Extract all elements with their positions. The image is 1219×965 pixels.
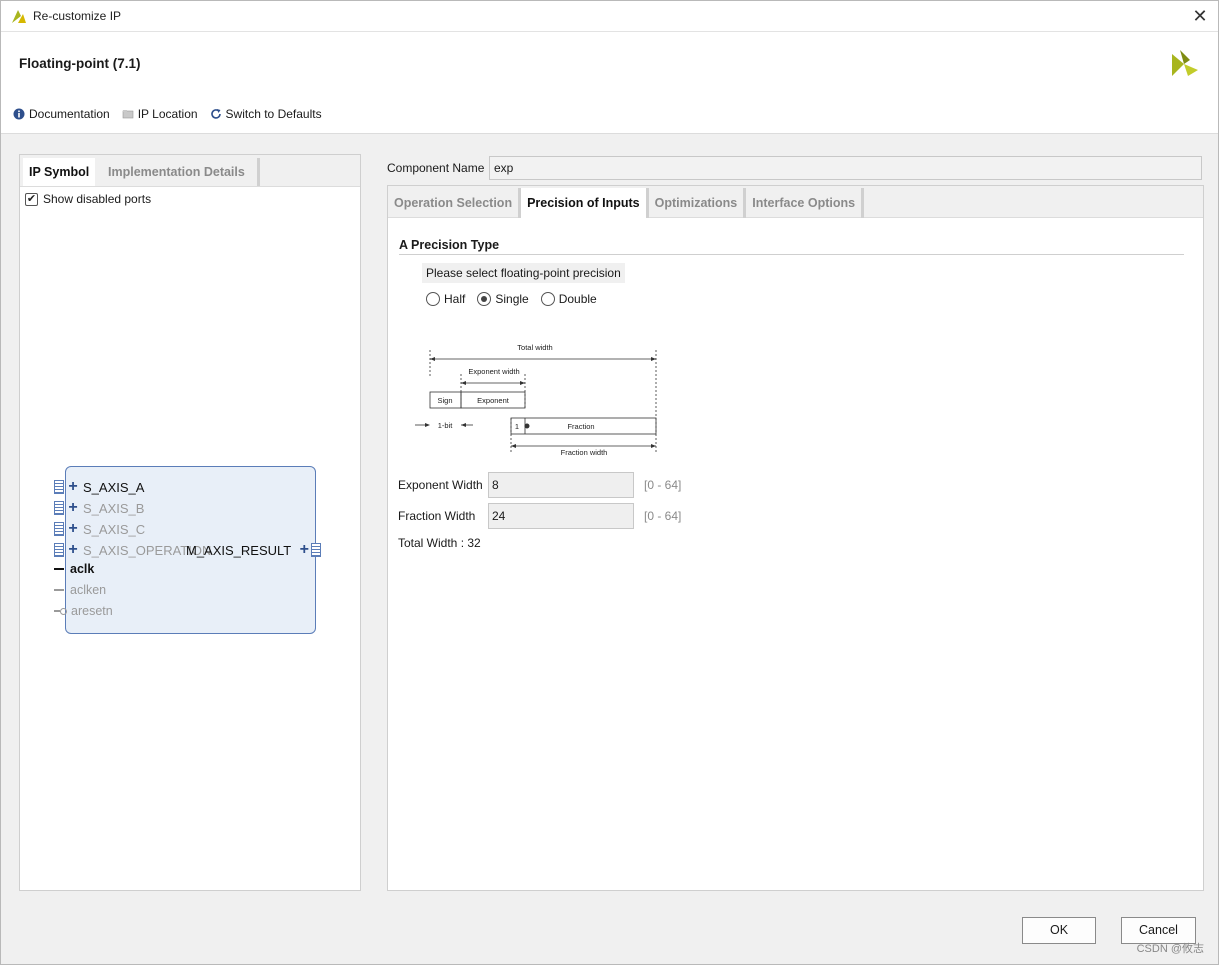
watermark: CSDN @攸志: [1136, 943, 1204, 955]
port-s-axis-c[interactable]: + S_AXIS_C: [54, 520, 145, 538]
fraction-width-label: Fraction Width: [398, 509, 476, 523]
port-label: S_AXIS_B: [83, 500, 145, 516]
exponent-width-label: Exponent Width: [398, 478, 483, 492]
total-width-text: Total Width : 32: [398, 536, 481, 550]
bus-icon: [54, 543, 64, 557]
precision-prompt: Please select floating-point precision: [422, 263, 625, 283]
active-low-bubble-icon: [60, 607, 67, 615]
radio-half[interactable]: Half: [426, 292, 465, 306]
window-title: Re-customize IP: [33, 9, 122, 23]
expand-plus-icon[interactable]: +: [66, 520, 80, 538]
expand-plus-icon[interactable]: +: [66, 499, 80, 517]
toolbar: Documentation IP Location Switch to Defa…: [13, 107, 322, 121]
ip-location-button[interactable]: IP Location: [122, 107, 198, 121]
component-name-input[interactable]: exp: [489, 156, 1202, 180]
radio-single[interactable]: Single: [477, 292, 529, 306]
show-disabled-ports-checkbox[interactable]: ✔: [25, 192, 38, 206]
dialog-header: Floating-point (7.1) Documentation IP Lo…: [1, 32, 1218, 134]
port-label: aclken: [70, 583, 107, 597]
exponent-width-input[interactable]: 8: [488, 472, 634, 498]
component-name-row: Component Name exp: [387, 156, 1202, 180]
wire-icon: [54, 568, 64, 570]
tab-optimizations[interactable]: Optimizations: [649, 188, 747, 218]
xilinx-logo-icon: [1172, 50, 1198, 76]
port-s-axis-b[interactable]: + S_AXIS_B: [54, 499, 144, 517]
port-s-axis-a[interactable]: + S_AXIS_A: [54, 478, 144, 496]
port-aclk[interactable]: aclk: [54, 562, 94, 576]
ip-symbol-panel: IP Symbol Implementation Details ✔ Show …: [19, 154, 361, 891]
switch-to-defaults-label: Switch to Defaults: [225, 107, 322, 121]
diagram-one-bit-label: 1-bit: [438, 421, 454, 430]
configuration-area: Component Name exp Operation Selection P…: [387, 154, 1204, 891]
radio-button[interactable]: [477, 292, 492, 306]
ok-button[interactable]: OK: [1022, 917, 1096, 944]
recustomize-ip-dialog: Re-customize IP ✕ Floating-point (7.1) D…: [0, 0, 1219, 965]
title-bar: Re-customize IP ✕: [1, 1, 1218, 32]
port-aresetn[interactable]: aresetn: [54, 604, 113, 618]
tab-interface-options[interactable]: Interface Options: [746, 188, 865, 218]
tab-implementation-details[interactable]: Implementation Details: [102, 158, 260, 186]
diagram-one-label: 1: [515, 422, 519, 431]
config-tab-bar: Operation Selection Precision of Inputs …: [388, 186, 1203, 218]
expand-plus-icon[interactable]: +: [66, 478, 80, 496]
precision-radio-group: Half Single Double: [426, 292, 597, 306]
tab-precision-of-inputs[interactable]: Precision of Inputs: [521, 188, 649, 218]
info-icon: [13, 108, 25, 120]
show-disabled-ports-row[interactable]: ✔ Show disabled ports: [25, 192, 151, 206]
config-tab-panel: Operation Selection Precision of Inputs …: [387, 185, 1204, 891]
exponent-width-range: [0 - 64]: [644, 478, 682, 492]
bus-icon: [54, 480, 64, 494]
port-label: S_AXIS_C: [83, 521, 146, 537]
section-title: A Precision Type: [399, 238, 500, 252]
exponent-width-row: Exponent Width 8 [0 - 64]: [398, 472, 681, 498]
radio-button[interactable]: [540, 292, 555, 306]
radio-button[interactable]: [426, 292, 440, 306]
port-m-axis-result[interactable]: M_AXIS_RESULT +: [186, 541, 323, 559]
switch-to-defaults-button[interactable]: Switch to Defaults: [210, 107, 322, 121]
refresh-icon: [210, 109, 221, 119]
diagram-sign-label: Sign: [437, 396, 452, 405]
ip-title: Floating-point (7.1): [19, 56, 141, 71]
radio-label: Half: [444, 292, 466, 306]
radio-label: Single: [495, 292, 529, 306]
tab-ip-symbol[interactable]: IP Symbol: [23, 158, 96, 186]
bus-icon: [54, 501, 64, 515]
fraction-width-range: [0 - 64]: [644, 509, 682, 523]
port-label: aclk: [70, 562, 95, 576]
port-label: S_AXIS_A: [83, 479, 145, 495]
fraction-width-input[interactable]: 24: [488, 503, 634, 529]
show-disabled-ports-label: Show disabled ports: [43, 192, 152, 206]
close-icon[interactable]: ✕: [1188, 4, 1212, 28]
bus-icon: [54, 522, 64, 536]
port-aclken[interactable]: aclken: [54, 583, 106, 597]
diagram-exponent-label: Exponent: [477, 396, 510, 405]
diagram-fraction-width-label: Fraction width: [561, 448, 608, 456]
ip-location-label: IP Location: [137, 107, 198, 121]
fraction-width-row: Fraction Width 24 [0 - 64]: [398, 503, 681, 529]
bus-icon: [311, 543, 322, 557]
diagram-fraction-label: Fraction: [567, 422, 594, 431]
component-name-label: Component Name: [387, 161, 485, 175]
folder-icon: [122, 110, 134, 119]
left-tab-bar: IP Symbol Implementation Details: [20, 155, 360, 187]
expand-plus-icon[interactable]: +: [66, 541, 80, 559]
port-label: aresetn: [71, 604, 113, 618]
section-divider: [399, 254, 1184, 255]
wire-icon: [54, 589, 64, 591]
radio-double[interactable]: Double: [540, 292, 597, 306]
documentation-button[interactable]: Documentation: [13, 107, 110, 121]
vivado-logo-icon: [12, 10, 26, 23]
tab-operation-selection[interactable]: Operation Selection: [388, 188, 522, 218]
expand-plus-icon[interactable]: +: [297, 541, 311, 559]
float-format-diagram: Total width Exponent width Sign Exponent…: [415, 343, 657, 456]
diagram-exponent-width-label: Exponent width: [468, 367, 519, 376]
documentation-label: Documentation: [29, 107, 110, 121]
diagram-total-width-label: Total width: [517, 343, 552, 352]
port-label: M_AXIS_RESULT: [186, 542, 292, 558]
radio-label: Double: [558, 292, 597, 306]
